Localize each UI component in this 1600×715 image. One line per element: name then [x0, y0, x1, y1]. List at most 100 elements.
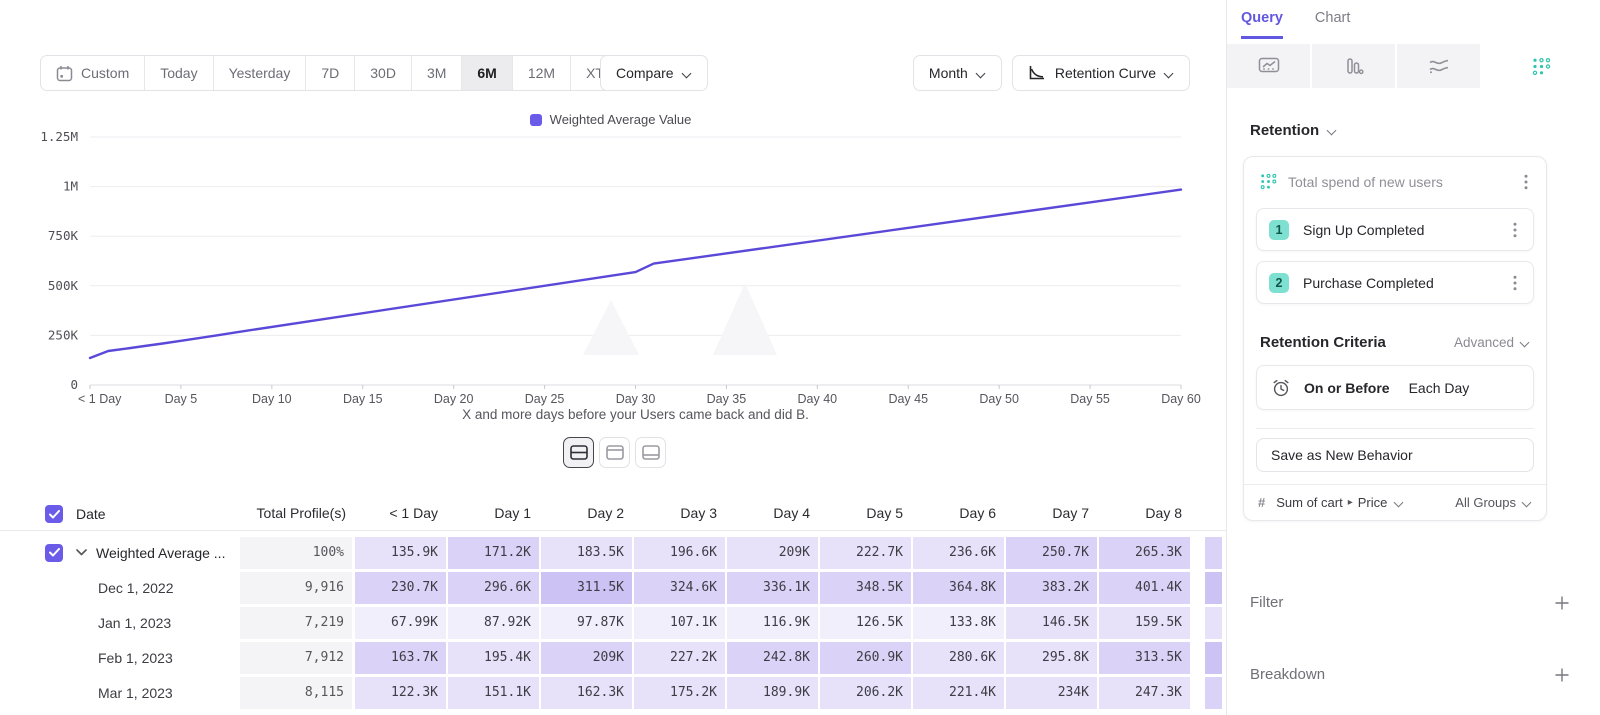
- line-chart-icon[interactable]: [1227, 44, 1312, 88]
- total-profiles-cell: 100%: [240, 537, 352, 569]
- tab-query[interactable]: Query: [1241, 10, 1283, 39]
- retention-cell[interactable]: 87.92K: [448, 607, 539, 639]
- range-custom[interactable]: Custom: [41, 56, 144, 90]
- retention-cell[interactable]: 162.3K: [541, 677, 632, 709]
- retention-cell[interactable]: 313.5K: [1099, 642, 1190, 674]
- retention-cell[interactable]: 122.3K: [355, 677, 446, 709]
- retention-cell[interactable]: 348.5K: [820, 572, 911, 604]
- retention-cell[interactable]: 280.6K: [913, 642, 1004, 674]
- retention-cell[interactable]: 195.4K: [448, 642, 539, 674]
- retention-cell[interactable]: 364.8K: [913, 572, 1004, 604]
- retention-cell[interactable]: 222.7K: [820, 537, 911, 569]
- layout-toggle-group: [563, 437, 666, 468]
- retention-cell[interactable]: 209K: [727, 537, 818, 569]
- retention-cell[interactable]: 296.6K: [448, 572, 539, 604]
- retention-cell[interactable]: 171.2K: [448, 537, 539, 569]
- range-7d[interactable]: 7D: [305, 56, 354, 90]
- retention-cell[interactable]: 206.2K: [820, 677, 911, 709]
- retention-cell[interactable]: 135.9K: [355, 537, 446, 569]
- retention-cell[interactable]: 401.4K: [1099, 572, 1190, 604]
- retention-cell[interactable]: 242.8K: [727, 642, 818, 674]
- retention-cell[interactable]: 311.5K: [541, 572, 632, 604]
- kebab-menu-icon[interactable]: [1518, 174, 1534, 190]
- table-row: Dec 1, 20229,916230.7K296.6K311.5K324.6K…: [0, 570, 1226, 605]
- kebab-menu-icon[interactable]: [1507, 222, 1523, 238]
- header-day-8: Day 8: [1099, 505, 1190, 523]
- groups-dropdown[interactable]: All Groups: [1455, 495, 1532, 510]
- retention-cell[interactable]: 260.9K: [820, 642, 911, 674]
- table-top-view-button[interactable]: [599, 437, 630, 468]
- retention-cell[interactable]: 247.3K: [1099, 677, 1190, 709]
- retention-cell[interactable]: 97.87K: [541, 607, 632, 639]
- retention-cell-clipped: [1205, 677, 1222, 709]
- retention-cell[interactable]: 265.3K: [1099, 537, 1190, 569]
- range-12m[interactable]: 12M: [512, 56, 570, 90]
- measure-dropdown[interactable]: Sum of cart ▸ Price: [1276, 495, 1404, 510]
- table-header-row: DateTotal Profile(s)< 1 DayDay 1Day 2Day…: [0, 498, 1226, 531]
- retention-grid-icon[interactable]: [1482, 44, 1600, 88]
- weighted-average-line[interactable]: [90, 190, 1181, 358]
- save-as-new-behavior-button[interactable]: Save as New Behavior: [1256, 438, 1534, 472]
- behavior-step-1[interactable]: 1Sign Up Completed: [1256, 208, 1534, 251]
- retention-cell[interactable]: 183.5K: [541, 537, 632, 569]
- retention-cell[interactable]: 159.5K: [1099, 607, 1190, 639]
- retention-cell[interactable]: 163.7K: [355, 642, 446, 674]
- retention-cell[interactable]: 196.6K: [634, 537, 725, 569]
- retention-condition[interactable]: On or Before Each Day: [1256, 365, 1534, 410]
- row-checkbox[interactable]: [45, 544, 63, 562]
- granularity-button[interactable]: Month: [913, 55, 1002, 91]
- range-label: 3M: [427, 65, 446, 81]
- retention-cell[interactable]: 295.8K: [1006, 642, 1097, 674]
- header-label: Day 6: [959, 505, 996, 521]
- retention-cell[interactable]: 189.9K: [727, 677, 818, 709]
- behavior-step-2[interactable]: 2Purchase Completed: [1256, 261, 1534, 304]
- add-filter-button[interactable]: [1554, 595, 1570, 611]
- retention-cell[interactable]: 383.2K: [1006, 572, 1097, 604]
- range-3m[interactable]: 3M: [411, 56, 461, 90]
- range-label: 6M: [477, 65, 496, 81]
- retention-cell[interactable]: 236.6K: [913, 537, 1004, 569]
- header-checkbox[interactable]: [45, 505, 63, 523]
- retention-cell[interactable]: 221.4K: [913, 677, 1004, 709]
- range-6m[interactable]: 6M: [461, 56, 511, 90]
- expand-chevron-icon[interactable]: [76, 549, 87, 556]
- retention-cell[interactable]: 133.8K: [913, 607, 1004, 639]
- advanced-dropdown[interactable]: Advanced: [1454, 335, 1530, 350]
- retention-cell[interactable]: 67.99K: [355, 607, 446, 639]
- toolbar: CustomTodayYesterday7D30D3M6M12MXTD Comp…: [40, 55, 1190, 91]
- row-label: Mar 1, 2023: [98, 685, 173, 701]
- legend-label: Weighted Average Value: [550, 112, 692, 127]
- breakdown-label: Breakdown: [1250, 666, 1554, 683]
- retention-criteria-label: Retention Criteria: [1260, 334, 1454, 351]
- header-label: Day 2: [587, 505, 624, 521]
- flow-chart-icon[interactable]: [1397, 44, 1482, 88]
- kebab-menu-icon[interactable]: [1507, 275, 1523, 291]
- bar-chart-icon[interactable]: [1312, 44, 1397, 88]
- chart-style-button[interactable]: Retention Curve: [1012, 55, 1190, 91]
- tab-chart[interactable]: Chart: [1315, 10, 1350, 39]
- retention-cell[interactable]: 116.9K: [727, 607, 818, 639]
- range-yesterday[interactable]: Yesterday: [213, 56, 306, 90]
- retention-cell[interactable]: 126.5K: [820, 607, 911, 639]
- split-view-button[interactable]: [563, 437, 594, 468]
- retention-cell[interactable]: 227.2K: [634, 642, 725, 674]
- retention-cell[interactable]: 151.1K: [448, 677, 539, 709]
- retention-cell[interactable]: 175.2K: [634, 677, 725, 709]
- retention-cell[interactable]: 209K: [541, 642, 632, 674]
- retention-cell[interactable]: 234K: [1006, 677, 1097, 709]
- retention-cell[interactable]: 324.6K: [634, 572, 725, 604]
- retention-cell[interactable]: 336.1K: [727, 572, 818, 604]
- panel-tabs: Query Chart: [1241, 10, 1350, 39]
- retention-cell[interactable]: 250.7K: [1006, 537, 1097, 569]
- range-today[interactable]: Today: [144, 56, 212, 90]
- range-30d[interactable]: 30D: [354, 56, 411, 90]
- table-bottom-view-button[interactable]: [635, 437, 666, 468]
- compare-button[interactable]: Compare: [600, 55, 708, 91]
- retention-cell[interactable]: 107.1K: [634, 607, 725, 639]
- chart-legend[interactable]: Weighted Average Value: [90, 112, 1131, 127]
- retention-section-header[interactable]: Retention: [1250, 122, 1337, 139]
- range-label: Yesterday: [229, 65, 291, 81]
- add-breakdown-button[interactable]: [1554, 667, 1570, 683]
- retention-cell[interactable]: 146.5K: [1006, 607, 1097, 639]
- retention-cell[interactable]: 230.7K: [355, 572, 446, 604]
